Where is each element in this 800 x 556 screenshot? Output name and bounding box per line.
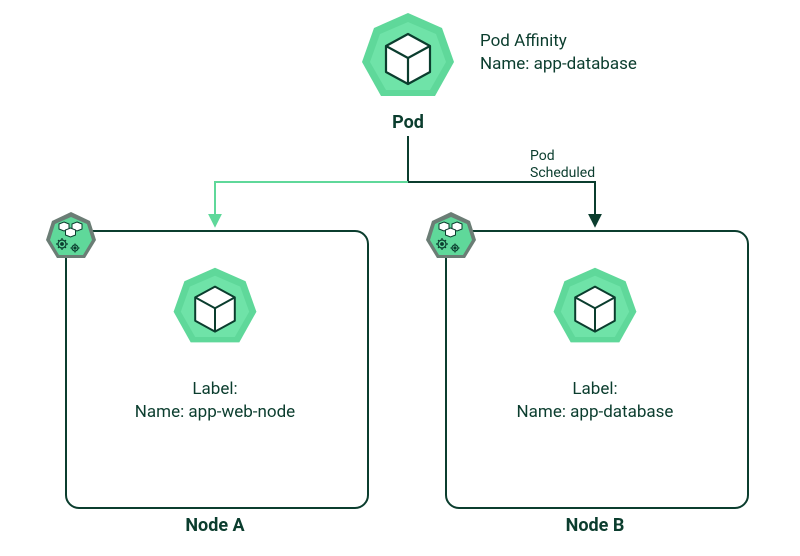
node-a-badge-icon: [44, 210, 98, 264]
node-b-label-text: Label: Name: app-database: [445, 378, 745, 424]
node-a-label-line1: Label:: [65, 378, 365, 401]
node-b-label-line2: Name: app-database: [445, 401, 745, 424]
node-a-title: Node A: [65, 515, 365, 536]
node-b-label-line1: Label:: [445, 378, 745, 401]
node-b-title: Node B: [445, 515, 745, 536]
pod-scheduled-label: Pod Scheduled: [530, 148, 595, 182]
sched-line2: Scheduled: [530, 165, 595, 182]
node-b-badge-icon: [424, 210, 478, 264]
diagram-canvas: Pod Pod Affinity Name: app-database Pod …: [0, 0, 800, 556]
node-a-label-text: Label: Name: app-web-node: [65, 378, 365, 424]
node-a-pod-icon: [170, 265, 260, 355]
node-b-pod-icon: [550, 265, 640, 355]
sched-line1: Pod: [530, 148, 595, 165]
node-a-label-line2: Name: app-web-node: [65, 401, 365, 424]
